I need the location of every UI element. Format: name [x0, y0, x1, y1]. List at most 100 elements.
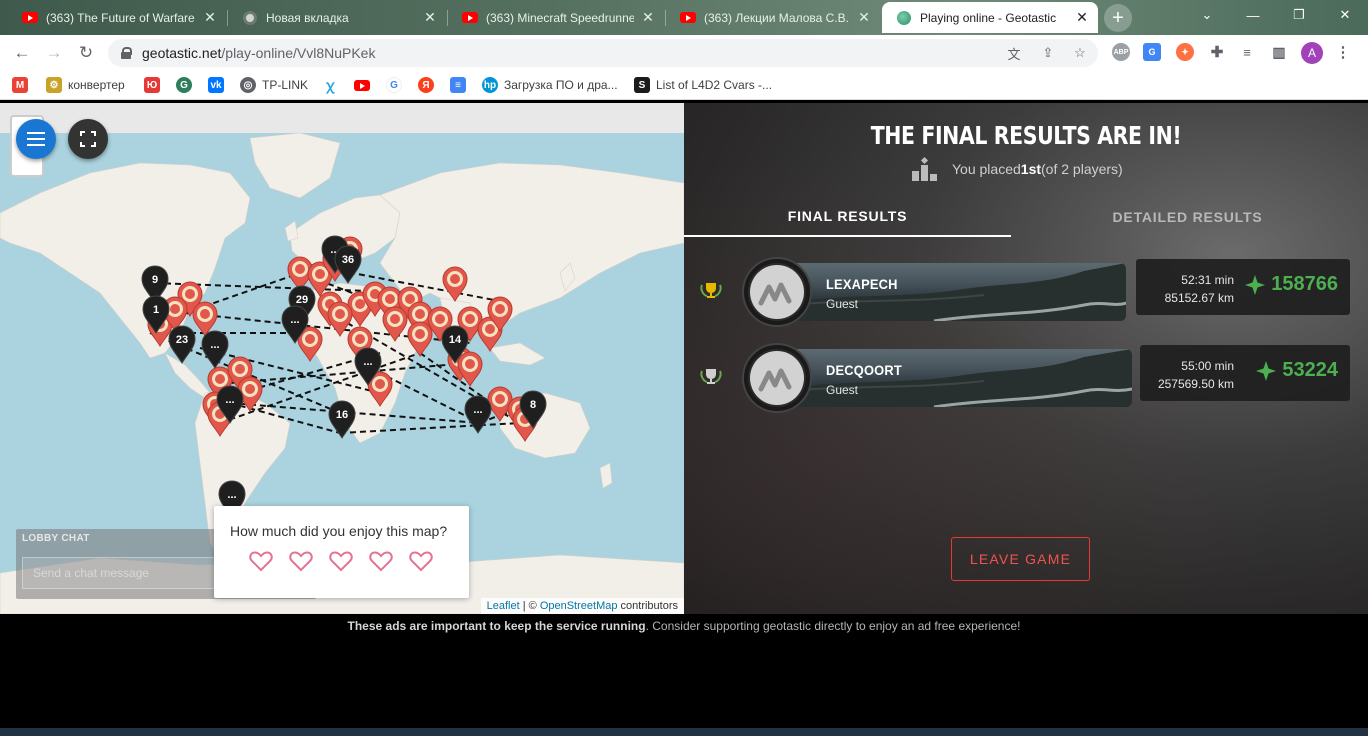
heart-icon[interactable] [329, 550, 353, 572]
media-control-icon[interactable]: ≡ [1238, 43, 1256, 61]
browser-tab-active[interactable]: Playing online - Geotastic ✕ [882, 2, 1098, 33]
heart-icon[interactable] [249, 550, 273, 572]
more-menu-icon[interactable]: ⋮ [1334, 43, 1352, 61]
minimize-button[interactable]: — [1230, 0, 1276, 30]
screen: (363) The Future of Warfare ✕ Новая вкла… [0, 0, 1368, 736]
close-icon[interactable]: ✕ [640, 9, 656, 26]
geotastic-icon [896, 10, 912, 26]
player-distance: 257569.50 km [1157, 377, 1234, 391]
fullscreen-button[interactable] [68, 119, 108, 159]
tab-title: Playing online - Geotastic [920, 10, 1057, 25]
bookmark-ok[interactable]: ꭓ [322, 75, 344, 95]
bookmark-star-icon[interactable]: ☆ [1072, 45, 1088, 61]
map-rating-popup: How much did you enjoy this map? [214, 506, 469, 598]
heart-icon[interactable] [369, 550, 393, 572]
youtube-icon [462, 10, 478, 26]
reload-button[interactable]: ↻ [72, 39, 100, 67]
player-row[interactable]: LEXAPECH Guest 52:31 min 85152.67 km 158… [684, 259, 1368, 329]
browser-tab[interactable]: (363) Minecraft Speedrunner ✕ [448, 2, 664, 33]
bookmark-hp[interactable]: hp Загрузка ПО и дра... [482, 75, 618, 95]
heart-icon[interactable] [409, 550, 433, 572]
player-time-distance: 52:31 min 85152.67 km [1165, 271, 1234, 307]
player-distance: 85152.67 km [1164, 291, 1234, 305]
tab-final-results[interactable]: FINAL RESULTS [684, 197, 1011, 237]
bookmark-label: Загрузка ПО и дра... [504, 78, 618, 92]
heart-icon[interactable] [289, 550, 313, 572]
profile-avatar[interactable]: A [1301, 42, 1323, 64]
bookmark-ggsel[interactable]: G [176, 75, 198, 95]
extensions-puzzle-icon[interactable]: ✚ [1208, 43, 1226, 61]
close-icon[interactable]: ✕ [422, 9, 438, 26]
bookmark-yandex[interactable]: Я [418, 75, 440, 95]
close-icon[interactable]: ✕ [202, 9, 218, 26]
answer-marker-label: 9 [152, 274, 158, 286]
player-time-distance: 55:00 min 257569.50 km [1158, 357, 1234, 393]
browser-tab[interactable]: (363) Лекции Малова С.В. - ✕ [666, 2, 880, 33]
browser-tab[interactable]: (363) The Future of Warfare ✕ [8, 2, 226, 33]
bookmark-docs[interactable]: ≡ [450, 75, 472, 95]
player-banner-image: LEXAPECH Guest [784, 263, 1126, 321]
answer-marker-label: ... [210, 339, 219, 351]
google-icon: G [386, 77, 402, 93]
bookmark-vk[interactable]: vk [208, 75, 230, 95]
back-button[interactable]: ← [8, 39, 36, 67]
placement-suffix: (of 2 players) [1041, 161, 1123, 177]
leaflet-link[interactable]: Leaflet [487, 600, 520, 612]
player-row[interactable]: DECQOORT Guest 55:00 min 257569.50 km 53… [684, 345, 1368, 415]
ad-area: These ads are important to keep the serv… [0, 614, 1368, 728]
close-window-button[interactable]: ✕ [1322, 0, 1368, 30]
bookmark-l4d2[interactable]: S List of L4D2 Cvars -... [634, 75, 772, 95]
answer-marker-label: ... [290, 314, 299, 326]
browser-tab[interactable]: Новая вкладка ✕ [228, 2, 446, 33]
menu-button[interactable] [16, 119, 56, 159]
answer-marker: 36 [334, 245, 362, 284]
bookmark-converter[interactable]: ⚙ конвертер [46, 75, 125, 95]
answer-marker-label: ... [227, 489, 236, 501]
guess-marker [457, 351, 483, 387]
osm-link[interactable]: OpenStreetMap [540, 600, 618, 612]
forward-button[interactable]: → [40, 39, 68, 67]
gmail-icon: M [12, 77, 28, 93]
tab-title: Новая вкладка [266, 10, 349, 25]
docs-icon: ≡ [450, 77, 466, 93]
tab-title: (363) The Future of Warfare [46, 10, 195, 25]
share-icon[interactable]: ⇪ [1040, 45, 1056, 61]
results-tabs: FINAL RESULTS DETAILED RESULTS [684, 197, 1368, 237]
leave-game-button[interactable]: LEAVE GAME [951, 537, 1090, 581]
guess-marker [327, 301, 353, 337]
ok-icon: ꭓ [326, 76, 334, 93]
google-translate-ext-icon[interactable]: G [1143, 43, 1161, 61]
side-panel-icon[interactable]: ▥ [1270, 43, 1288, 61]
ad-notice-bold: These ads are important to keep the serv… [347, 619, 646, 633]
yandex-icon: Я [418, 77, 434, 93]
bookmarks-bar: M ⚙ конвертер Ю G vk ◎ TP-LINK ꭓ G Я ≡ hp З… [0, 70, 1368, 100]
bookmark-gmail[interactable]: M [12, 75, 34, 95]
translate-icon[interactable]: 文 [1006, 45, 1022, 62]
address-bar[interactable]: geotastic.net/play-online/Vvl8NuPKek 文 ⇪… [108, 39, 1098, 67]
bookmark-youtube[interactable] [354, 75, 376, 95]
player-name: LEXAPECH [826, 276, 898, 292]
answer-marker-label: 14 [449, 334, 462, 346]
bookmark-google[interactable]: G [386, 75, 408, 95]
extension-flame-icon[interactable]: ✦ [1176, 43, 1194, 61]
bookmark-yandex-music[interactable]: Ю [144, 75, 166, 95]
fullscreen-icon [80, 131, 96, 147]
new-tab-button[interactable]: + [1104, 4, 1132, 32]
player-score: 158766 [1245, 273, 1338, 296]
guess-marker [407, 321, 433, 357]
restore-button[interactable]: ❐ [1276, 0, 1322, 30]
close-icon[interactable]: ✕ [856, 9, 872, 26]
answer-marker: 16 [328, 400, 356, 439]
lock-icon[interactable] [120, 47, 132, 59]
answer-marker-label: 16 [336, 409, 348, 421]
ad-notice: These ads are important to keep the serv… [0, 619, 1368, 633]
bookmark-tplink[interactable]: ◎ TP-LINK [240, 75, 308, 95]
hp-icon: hp [482, 77, 498, 93]
adblock-icon[interactable]: ABP [1112, 43, 1130, 61]
guess-marker [442, 266, 468, 302]
tab-detailed-results[interactable]: DETAILED RESULTS [1024, 197, 1351, 237]
results-map[interactable]: 9 1 23... 29......... 14...... 16... 8 36 LOBBY… [0, 103, 684, 614]
tab-search-icon[interactable]: ⌄ [1184, 0, 1230, 30]
player-banner-image: DECQOORT Guest [784, 349, 1132, 407]
close-icon[interactable]: ✕ [1074, 9, 1090, 26]
